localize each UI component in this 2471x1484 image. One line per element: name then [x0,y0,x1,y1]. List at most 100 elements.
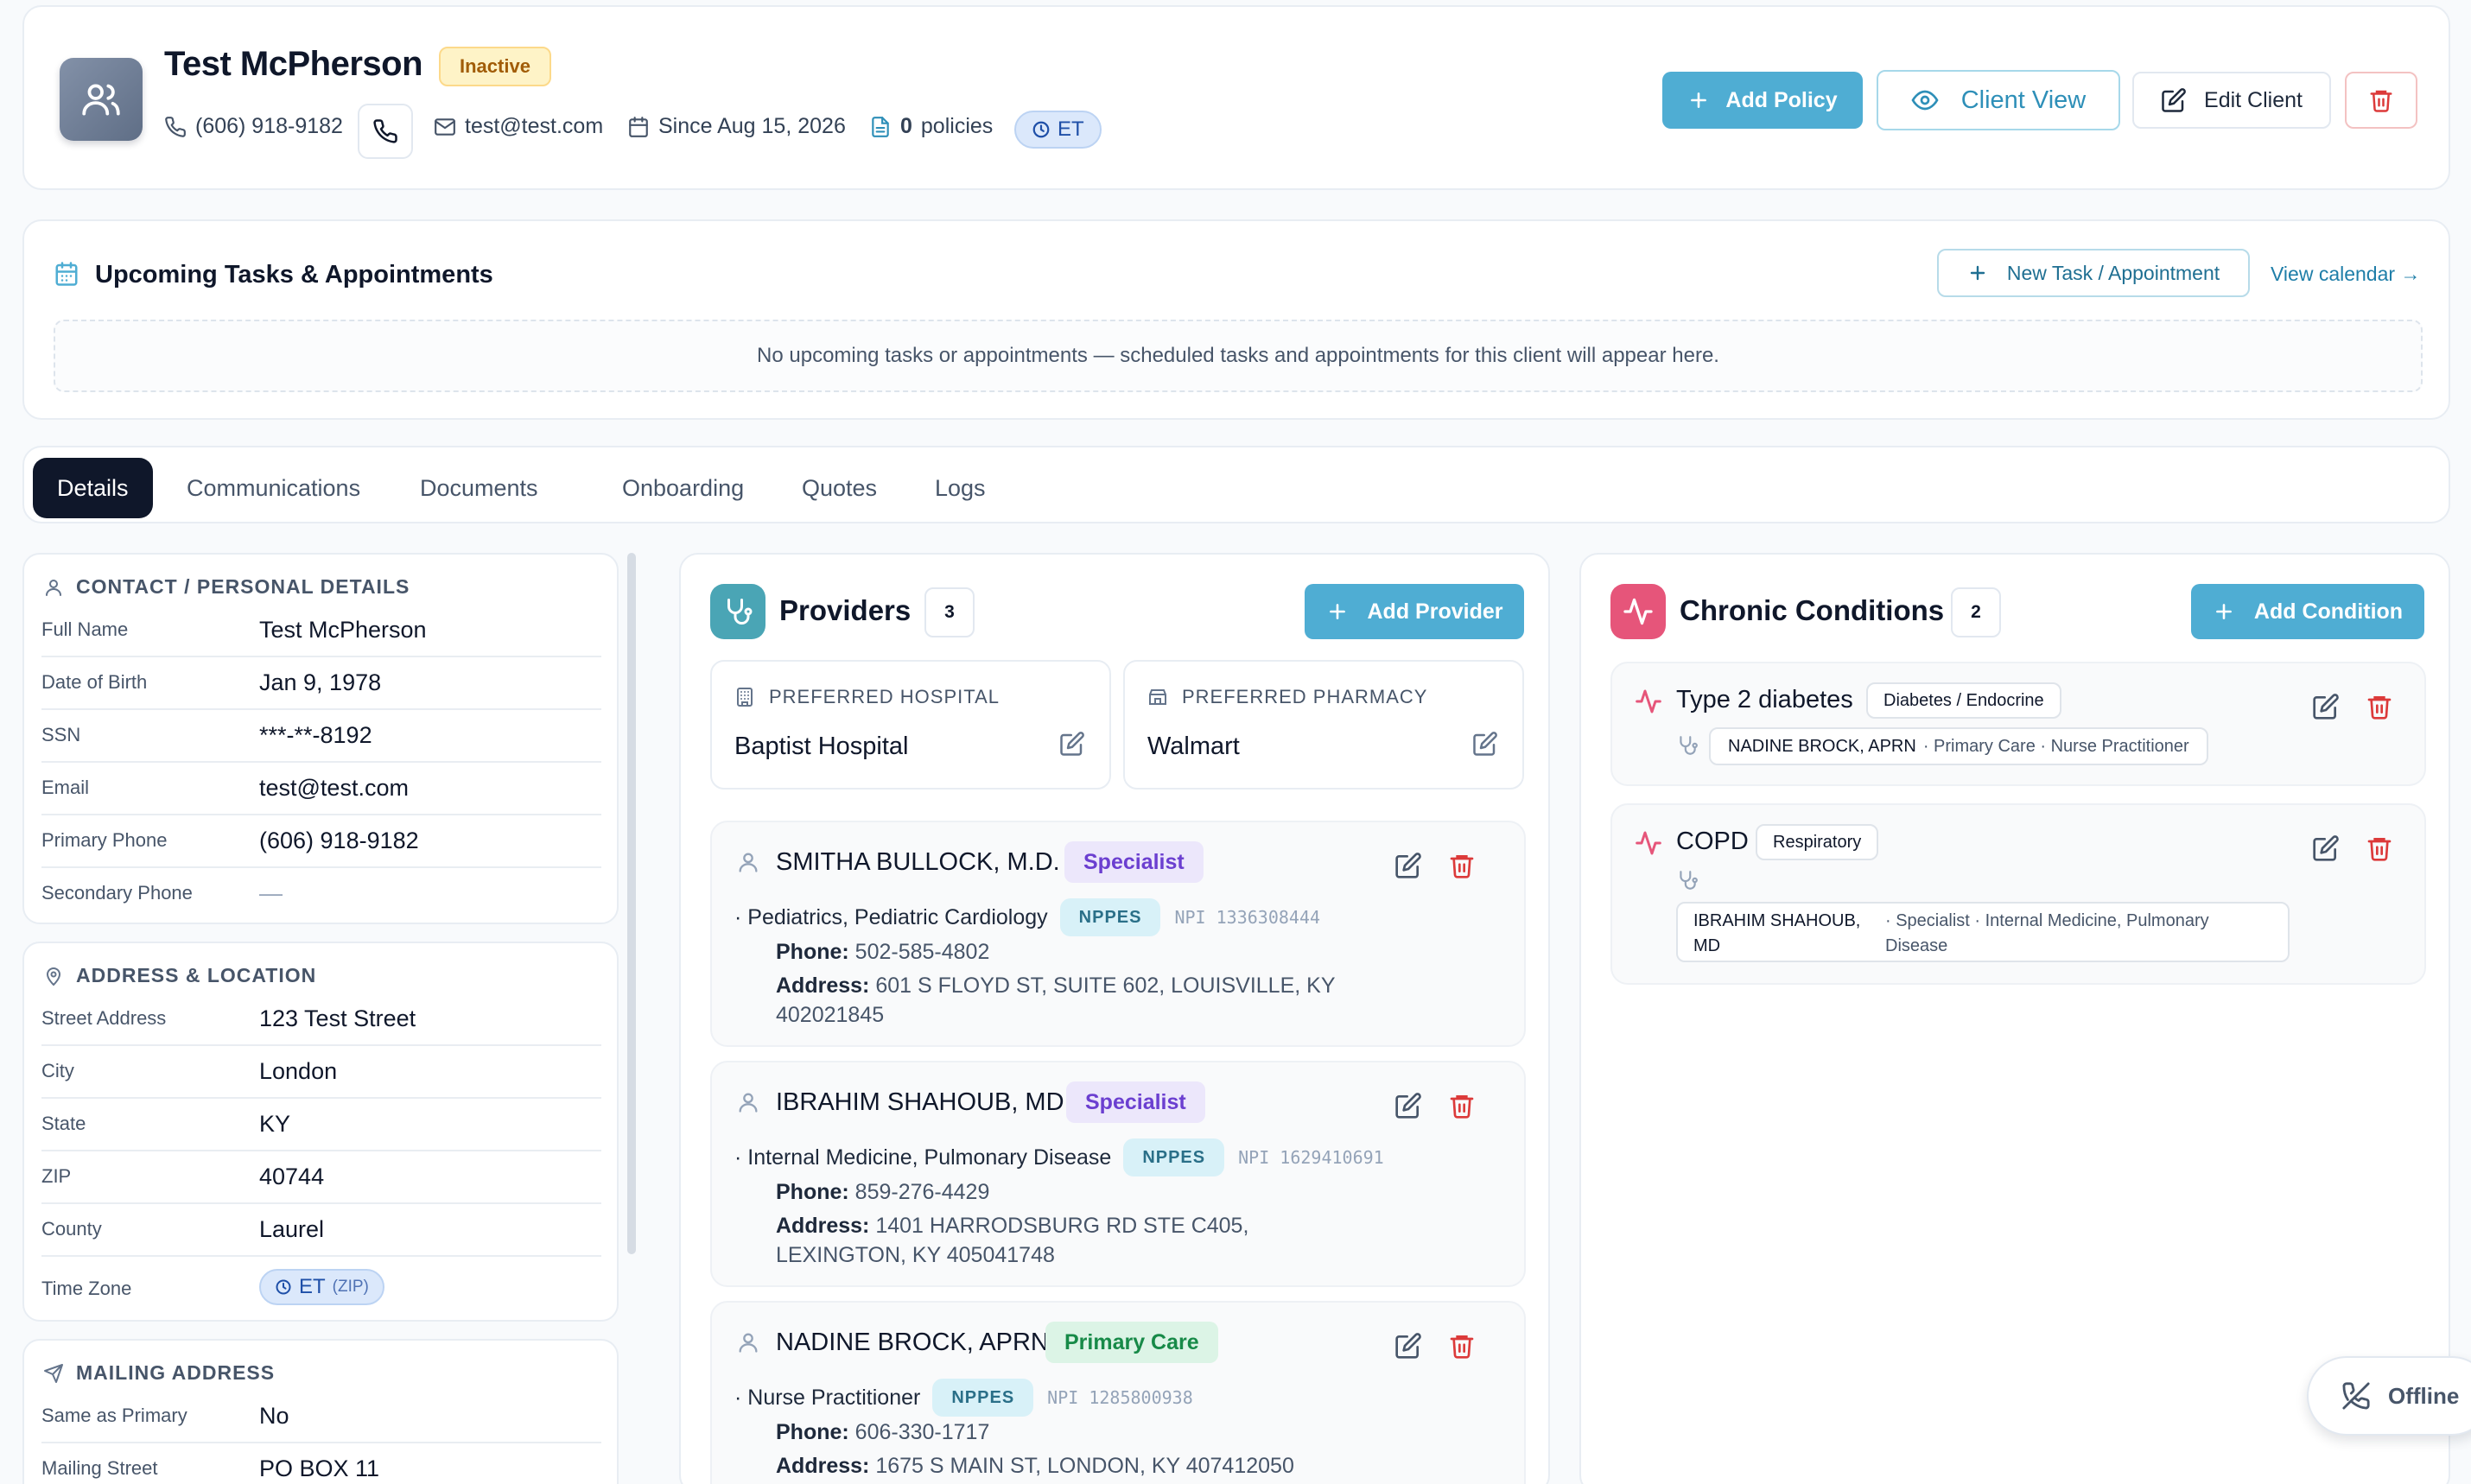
provider-role-badge: Primary Care [1045,1322,1218,1363]
provider-phone: Phone: 502-585-4802 [776,940,989,965]
address-label: Address: [776,1454,870,1478]
add-provider-button[interactable]: Add Provider [1305,584,1524,639]
tab-onboarding[interactable]: Onboarding [598,458,768,518]
user-icon [739,1093,758,1113]
address-label: Address: [776,973,870,998]
provider-phone-value: 502-585-4802 [854,940,990,964]
calendar-icon [629,116,648,137]
preferred-pharmacy-label: PREFERRED PHARMACY [1182,686,1428,707]
trash-icon[interactable] [2366,834,2393,862]
edit-client-button[interactable]: Edit Client [2132,72,2331,129]
preferred-hospital-label: PREFERRED HOSPITAL [769,686,1000,707]
field-label: Street Address [41,1007,167,1029]
provider-phone-value: 859-276-4429 [854,1180,990,1204]
add-condition-button[interactable]: Add Condition [2191,584,2424,639]
new-task-button[interactable]: New Task / Appointment [1937,249,2250,297]
provider-card: SMITHA BULLOCK, M.D. Specialist · Pediat… [710,821,1526,1047]
client-since-text: Since Aug 15, 2026 [658,114,846,138]
address-section-title: ADDRESS & LOCATION [43,964,316,987]
provider-name: SMITHA BULLOCK, M.D. [776,848,1060,876]
trash-icon[interactable] [1448,1092,1476,1119]
field-label: Secondary Phone [41,882,193,904]
preferred-hospital-value: Baptist Hospital [734,732,909,760]
conditions-title: Chronic Conditions [1680,594,1945,626]
provider-role-badge: Specialist [1064,841,1204,883]
edit-icon[interactable] [1394,852,1422,879]
contact-details-section: CONTACT / PERSONAL DETAILS Full Name Test… [22,553,619,924]
edit-icon[interactable] [1394,1332,1422,1360]
timezone-zip-value: ET [299,1275,326,1298]
address-label: Address: [776,1214,870,1238]
provider-specialty: · Nurse Practitioner [734,1385,921,1410]
add-policy-button[interactable]: Add Policy [1662,72,1863,129]
client-avatar [60,58,143,141]
map-pin-icon [46,967,61,986]
condition-provider-name: NADINE BROCK, APRN [1728,736,1916,756]
edit-icon[interactable] [2312,693,2340,720]
field-value: Test McPherson [259,617,427,643]
mailing-section-title: MAILING ADDRESS [43,1361,275,1385]
condition-category-badge: Diabetes / Endocrine [1866,682,2061,719]
condition-provider-detail: · Primary Care · Nurse Practitioner [1922,736,2189,756]
client-since: Since Aug 15, 2026 [627,114,846,139]
tab-documents[interactable]: Documents [396,458,562,518]
tasks-title: Upcoming Tasks & Appointments [95,261,493,289]
field-label: County [41,1218,102,1240]
tab-quotes[interactable]: Quotes [778,458,901,518]
condition-category-badge: Respiratory [1756,824,1879,860]
add-policy-label: Add Policy [1725,87,1838,112]
view-calendar-link[interactable]: View calendar → [2271,263,2420,286]
phone-off-icon [2342,1382,2370,1410]
activity-icon [1636,831,1661,855]
document-icon [872,116,889,137]
timezone-zip-badge: ET (ZIP) [259,1269,384,1305]
tab-logs[interactable]: Logs [911,458,1010,518]
field-date-of-birth: Date of Birth Jan 9, 1978 [41,657,601,710]
activity-icon [1623,598,1653,625]
edit-icon[interactable] [1059,731,1085,757]
provider-phone: Phone: 859-276-4429 [776,1180,989,1205]
field-label: SSN [41,724,81,745]
delete-client-button[interactable] [2345,72,2417,129]
policies-label: policies [920,114,994,138]
provider-card: NADINE BROCK, APRN Primary Care · Nurse … [710,1301,1526,1484]
timezone-zip-source: (ZIP) [332,1278,369,1296]
trash-icon[interactable] [1448,852,1476,879]
field-value: 123 Test Street [259,1005,416,1031]
field-ssn: SSN ***-**-8192 [41,710,601,763]
provider-npi: NPI 1629410691 [1238,1147,1384,1168]
field-state: State KY [41,1099,601,1151]
mail-icon [435,117,455,136]
field-value: PO BOX 11 [259,1455,380,1481]
trash-icon[interactable] [1448,1332,1476,1360]
preferred-pharmacy-title: PREFERRED PHARMACY [1147,686,1427,708]
phone-label: Phone: [776,1420,849,1444]
field-city: City London [41,1046,601,1099]
provider-role-badge: Specialist [1066,1081,1205,1123]
eye-icon [1911,90,1939,111]
clock-icon [1032,121,1050,138]
nppes-badge: NPPES [1123,1138,1225,1176]
client-view-label: Client View [1960,86,2087,114]
edit-icon[interactable] [1472,731,1498,757]
field-value: Laurel [259,1216,325,1242]
condition-provider-chip: NADINE BROCK, APRN · Primary Care · Nurs… [1709,727,2208,765]
edit-icon[interactable] [2312,834,2340,862]
status-badge: Inactive [439,47,551,86]
user-icon [739,1333,758,1353]
field-zip: ZIP 40744 [41,1151,601,1204]
tab-communications[interactable]: Communications [162,458,384,518]
condition-provider-detail: · Specialist · Internal Medicine, Pulmon… [1885,911,2209,955]
stethoscope-icon [727,599,753,625]
client-view-button[interactable]: Client View [1877,70,2120,130]
plus-icon [1691,92,1707,108]
edit-icon[interactable] [1394,1092,1422,1119]
left-column-scrollbar[interactable] [627,553,636,1254]
new-task-label: New Task / Appointment [2006,261,2220,284]
field-label: Email [41,777,90,798]
tab-details[interactable]: Details [33,458,153,518]
trash-icon[interactable] [2366,693,2393,720]
providers-icon-tile [710,584,765,639]
call-button[interactable] [358,104,413,159]
offline-status-pill[interactable]: Offline [2307,1356,2471,1436]
